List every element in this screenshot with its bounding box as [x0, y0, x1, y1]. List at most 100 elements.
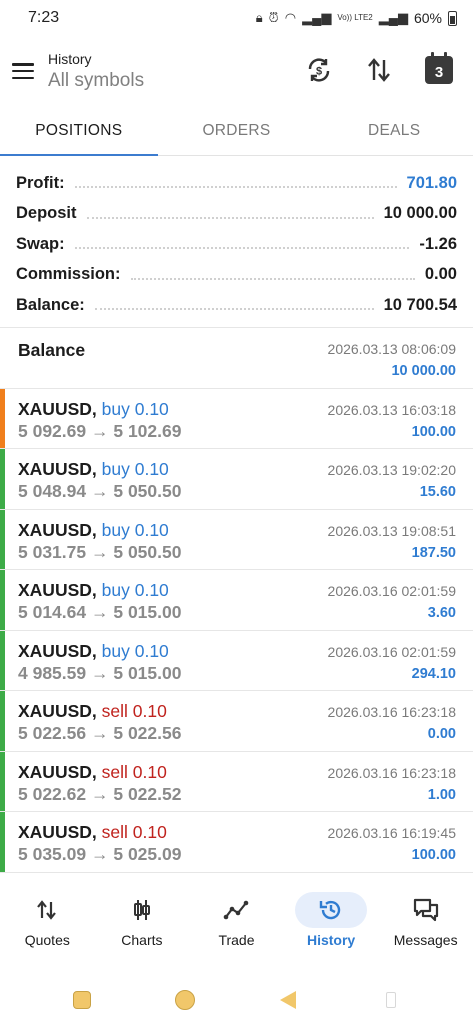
summary-value: 701.80 — [406, 173, 457, 192]
balance-entry-amount: 10 000.00 — [391, 362, 456, 379]
sort-button[interactable] — [359, 50, 399, 90]
position-symbol: XAUUSD, — [18, 822, 97, 842]
status-icons: 🔒︎ ⏰︎ ◠ ▂▄▆ Vo)) LTE2 ▂▄▆ 60% — [256, 10, 457, 26]
position-title: XAUUSD, buy 0.10 — [18, 520, 169, 541]
header-actions: $ 3 — [299, 50, 459, 90]
charts-icon — [133, 900, 150, 920]
summary-swap: Swap: -1.26 — [16, 229, 457, 260]
position-title: XAUUSD, buy 0.10 — [18, 580, 169, 601]
position-title: XAUUSD, sell 0.10 — [18, 762, 167, 783]
summary-value: 10 000.00 — [383, 204, 457, 223]
position-row[interactable]: XAUUSD, buy 0.10 5 048.94 → 5 050.50 2026.… — [0, 449, 473, 510]
app-header: History All symbols $ 3 — [0, 36, 473, 106]
position-row[interactable]: XAUUSD, sell 0.10 5 022.56 → 5 022.56 2026… — [0, 691, 473, 752]
position-profit: 294.10 — [411, 665, 456, 682]
position-row[interactable]: XAUUSD, buy 0.10 5 014.64 → 5 015.00 2026.… — [0, 570, 473, 631]
tab-orders[interactable]: ORDERS — [158, 106, 316, 155]
nav-trade[interactable]: Trade — [189, 892, 283, 948]
history-tabs: POSITIONS ORDERS DEALS — [0, 106, 473, 156]
position-row[interactable]: XAUUSD, buy 0.10 4 985.59 → 5 015.00 2026.… — [0, 630, 473, 691]
header-titles[interactable]: History All symbols — [48, 51, 144, 92]
signal-icon: ▂▄▆ — [302, 10, 332, 25]
position-profit: 3.60 — [427, 605, 456, 621]
nav-messages[interactable]: Messages — [379, 892, 473, 948]
position-time: 2026.03.16 16:23:18 — [327, 704, 456, 720]
recent-apps-button[interactable] — [62, 980, 102, 1020]
nav-history[interactable]: History — [284, 892, 378, 948]
position-row[interactable]: XAUUSD, buy 0.10 5 092.69 → 5 102.69 2026.… — [0, 388, 473, 449]
position-time: 2026.03.16 02:01:59 — [327, 583, 456, 599]
keyboard-toggle-button[interactable] — [371, 980, 411, 1020]
system-navigation-bar — [0, 976, 473, 1024]
nav-icon-container — [390, 892, 462, 928]
position-profit: 100.00 — [411, 423, 456, 440]
nav-label: Quotes — [24, 932, 70, 948]
phone-icon — [386, 992, 397, 1008]
position-prices: 5 092.69 → 5 102.69 — [18, 420, 182, 441]
tab-positions[interactable]: POSITIONS — [0, 106, 158, 156]
nav-icon-container — [106, 892, 178, 928]
position-time: 2026.03.16 16:23:18 — [327, 764, 456, 781]
tab-deals[interactable]: DEALS — [315, 106, 473, 155]
alarm-icon: ⏰︎ — [268, 10, 279, 25]
summary-commission: Commission: 0.00 — [16, 260, 457, 291]
wifi-icon: ◠ — [284, 10, 297, 25]
nav-label: Messages — [393, 932, 458, 948]
balance-entry-label: Balance — [18, 339, 86, 360]
currency-exchange-icon: $ — [308, 58, 330, 82]
position-prices: 5 022.62 → 5 022.52 — [18, 783, 182, 804]
balance-entry-time: 2026.03.13 08:06:09 — [327, 340, 456, 357]
position-time: 2026.03.13 19:08:51 — [327, 522, 456, 539]
back-button[interactable] — [268, 980, 308, 1020]
position-status-stripe — [0, 509, 5, 569]
position-time: 2026.03.16 02:01:59 — [327, 643, 456, 660]
position-prices: 5 022.56 → 5 022.56 — [18, 723, 182, 743]
position-row[interactable]: XAUUSD, sell 0.10 5 035.09 → 5 025.09 2026… — [0, 812, 473, 873]
position-prices: 5 014.64 → 5 015.00 — [18, 602, 182, 622]
position-direction: buy 0.10 — [101, 398, 169, 419]
nav-charts[interactable]: Charts — [95, 892, 189, 948]
position-prices: 5 035.09 → 5 025.09 — [18, 844, 182, 864]
summary-label: Deposit — [16, 204, 77, 223]
menu-icon[interactable] — [12, 63, 34, 79]
summary-label: Profit: — [16, 173, 65, 192]
back-icon — [280, 991, 297, 1009]
trade-icon — [224, 900, 249, 920]
position-direction: sell 0.10 — [101, 701, 167, 721]
home-button[interactable] — [165, 980, 205, 1020]
position-symbol: XAUUSD, — [18, 701, 97, 721]
position-prices: 4 985.59 → 5 015.00 — [18, 662, 182, 683]
position-direction: sell 0.10 — [101, 822, 167, 842]
summary-label: Balance: — [16, 295, 85, 314]
dotted-leader — [74, 186, 397, 189]
battery-icon — [448, 10, 457, 26]
position-direction: buy 0.10 — [101, 580, 169, 600]
position-status-stripe — [0, 630, 5, 690]
page-title: History — [48, 50, 92, 67]
messages-icon — [413, 898, 438, 922]
status-time: 7:23 — [28, 9, 60, 26]
dotted-leader — [74, 247, 410, 250]
currency-exchange-button[interactable]: $ — [299, 50, 339, 90]
dotted-leader — [86, 216, 374, 219]
lock-icon: 🔒︎ — [255, 10, 263, 25]
position-time: 2026.03.16 16:19:45 — [327, 825, 456, 841]
nav-quotes[interactable]: Quotes — [0, 892, 94, 948]
position-profit: 0.00 — [427, 726, 456, 742]
summary-value: 0.00 — [424, 265, 457, 284]
calendar-icon: 3 — [425, 52, 453, 84]
position-direction: buy 0.10 — [101, 459, 169, 479]
history-icon — [319, 900, 341, 920]
position-row[interactable]: XAUUSD, buy 0.10 5 031.75 → 5 050.50 2026.… — [0, 509, 473, 570]
dotted-leader — [94, 308, 374, 311]
position-time: 2026.03.13 16:03:18 — [327, 401, 456, 418]
sort-icon — [368, 58, 390, 82]
position-direction: sell 0.10 — [101, 761, 167, 782]
position-row[interactable]: XAUUSD, sell 0.10 5 022.62 → 5 022.52 2026… — [0, 751, 473, 812]
position-time: 2026.03.13 19:02:20 — [327, 462, 456, 478]
calendar-button[interactable]: 3 — [419, 50, 459, 90]
balance-entry-row[interactable]: Balance 2026.03.13 08:06:09 10 000.00 — [0, 328, 473, 389]
network-label: Vo)) LTE2 — [337, 13, 373, 22]
position-direction: buy 0.10 — [101, 640, 169, 661]
position-symbol: XAUUSD, — [18, 398, 97, 419]
